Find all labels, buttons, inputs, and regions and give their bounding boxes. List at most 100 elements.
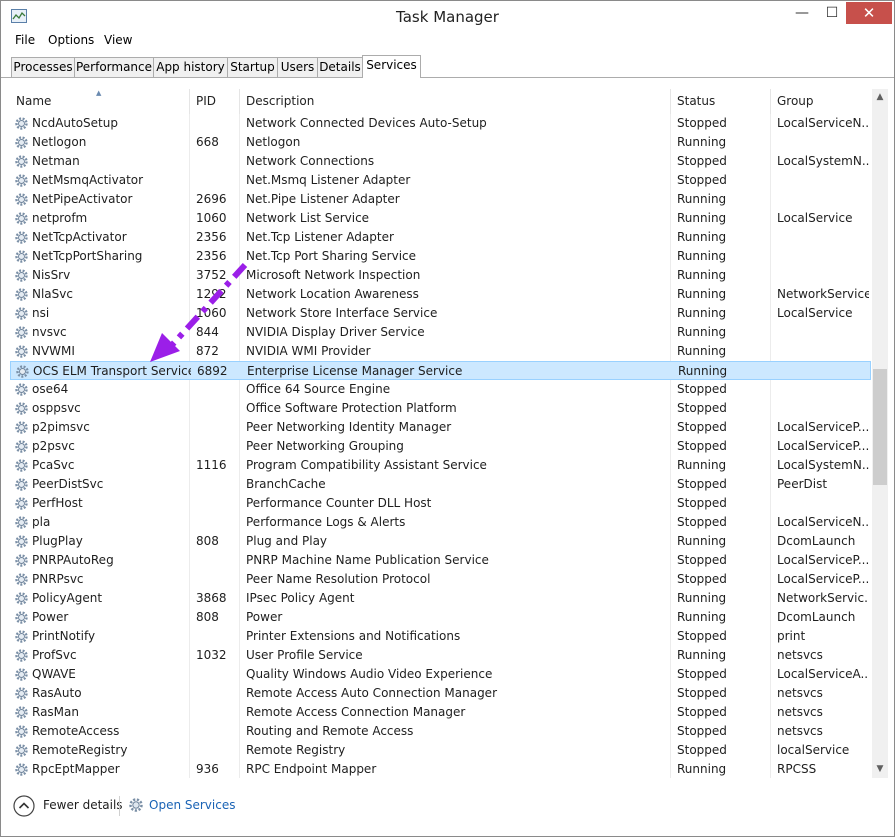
service-description: Office 64 Source Engine <box>246 382 391 396</box>
service-row[interactable]: ose64 Office 64 Source Engine Stopped <box>10 380 871 399</box>
service-gear-icon <box>15 687 28 700</box>
service-row[interactable]: PrintNotify Printer Extensions and Notifi… <box>10 627 871 646</box>
service-row[interactable]: NetTcpPortSharing 2356 Net.Tcp Port Sharin… <box>10 247 871 266</box>
service-row[interactable]: QWAVE Quality Windows Audio Video Experie… <box>10 665 871 684</box>
service-row[interactable]: PcaSvc 1116 Program Compatibility Assistan… <box>10 456 871 475</box>
service-name: RpcEptMapper <box>32 762 120 776</box>
service-row[interactable]: Netlogon 668 Netlogon Running <box>10 133 871 152</box>
scroll-down-icon[interactable]: ▼ <box>872 761 888 778</box>
service-name: NisSrv <box>32 268 71 282</box>
title-bar[interactable]: Task Manager — ☐ ✕ <box>1 1 894 31</box>
service-row[interactable]: RasMan Remote Access Connection Manager St… <box>10 703 871 722</box>
column-header-description[interactable]: Description <box>240 89 671 114</box>
column-header-pid[interactable]: PID <box>190 89 240 114</box>
service-row[interactable]: PNRPAutoReg PNRP Machine Name Publication… <box>10 551 871 570</box>
service-row[interactable]: RemoteAccess Routing and Remote Access Sto… <box>10 722 871 741</box>
service-status: Running <box>677 648 727 662</box>
service-row[interactable]: PolicyAgent 3868 IPsec Policy Agent Running… <box>10 589 871 608</box>
tab-performance[interactable]: Performance <box>74 57 154 77</box>
service-group: LocalServiceP... <box>777 553 869 567</box>
tab-services[interactable]: Services <box>362 55 421 78</box>
service-row[interactable]: Netman Network Connections Stopped LocalSys… <box>10 152 871 171</box>
fewer-details-icon[interactable] <box>13 795 35 817</box>
service-status: Running <box>677 192 727 206</box>
tab-details[interactable]: Details <box>317 57 363 77</box>
open-services-link[interactable]: Open Services <box>149 798 235 812</box>
minimize-button[interactable]: — <box>789 2 815 24</box>
service-name: PeerDistSvc <box>32 477 104 491</box>
service-description: PNRP Machine Name Publication Service <box>246 553 489 567</box>
tab-users[interactable]: Users <box>277 57 318 77</box>
service-row[interactable]: Power 808 Power Running DcomLaunch <box>10 608 871 627</box>
tab-app-history[interactable]: App history <box>153 57 228 77</box>
service-description: Net.Msmq Listener Adapter <box>246 173 411 187</box>
service-gear-icon <box>15 706 28 719</box>
service-gear-icon <box>15 136 28 149</box>
service-row[interactable]: NlaSvc 1292 Network Location Awareness Runn… <box>10 285 871 304</box>
service-status: Stopped <box>677 743 727 757</box>
service-row[interactable]: ProfSvc 1032 User Profile Service Running ne… <box>10 646 871 665</box>
service-row[interactable]: NetMsmqActivator Net.Msmq Listener Adapte… <box>10 171 871 190</box>
menu-file[interactable]: File <box>15 33 35 47</box>
service-name: Netman <box>32 154 80 168</box>
service-row[interactable]: NisSrv 3752 Microsoft Network Inspection Ru… <box>10 266 871 285</box>
service-row[interactable]: nvsvc 844 NVIDIA Display Driver Service Run… <box>10 323 871 342</box>
service-gear-icon <box>15 611 28 624</box>
service-row[interactable]: p2psvc Peer Networking Grouping Stopped Loc… <box>10 437 871 456</box>
service-row[interactable]: pla Performance Logs & Alerts Stopped Local… <box>10 513 871 532</box>
menu-view[interactable]: View <box>104 33 132 47</box>
service-name: Netlogon <box>32 135 87 149</box>
tab-processes[interactable]: Processes <box>11 57 75 77</box>
service-status: Stopped <box>677 686 727 700</box>
service-row[interactable]: netprofm 1060 Network List Service Running L… <box>10 209 871 228</box>
service-row[interactable]: PNRPsvc Peer Name Resolution Protocol Stop… <box>10 570 871 589</box>
service-name: Power <box>32 610 69 624</box>
scroll-up-icon[interactable]: ▲ <box>872 89 888 106</box>
menu-options[interactable]: Options <box>48 33 94 47</box>
service-gear-icon <box>15 440 28 453</box>
service-status: Stopped <box>677 420 727 434</box>
service-name: PrintNotify <box>32 629 96 643</box>
service-status: Running <box>677 591 727 605</box>
column-header-group[interactable]: Group <box>771 89 872 114</box>
tab-strip: Processes Performance App history Startu… <box>1 55 894 78</box>
service-row[interactable]: osppsvc Office Software Protection Platfo… <box>10 399 871 418</box>
service-row[interactable]: p2pimsvc Peer Networking Identity Manager… <box>10 418 871 437</box>
tab-startup[interactable]: Startup <box>227 57 278 77</box>
column-header-status[interactable]: Status <box>671 89 771 114</box>
service-group: LocalServiceP... <box>777 439 869 453</box>
service-row[interactable]: nsi 1060 Network Store Interface Service Ru… <box>10 304 871 323</box>
service-row[interactable]: PlugPlay 808 Plug and Play Running DcomLaunc… <box>10 532 871 551</box>
service-status: Stopped <box>677 553 727 567</box>
service-row[interactable]: RpcEptMapper 936 RPC Endpoint Mapper Runnin… <box>10 760 871 778</box>
service-pid: 1116 <box>196 458 227 472</box>
service-row[interactable]: OCS ELM Transport Service 6892 Enterprise … <box>10 361 871 380</box>
service-group: DcomLaunch <box>777 610 856 624</box>
task-manager-window: Task Manager — ☐ ✕ File Options View Pro… <box>0 0 895 837</box>
service-row[interactable]: PerfHost Performance Counter DLL Host Stop… <box>10 494 871 513</box>
close-button[interactable]: ✕ <box>846 2 892 24</box>
vertical-scrollbar[interactable]: ▲ ▼ <box>872 89 888 778</box>
service-name: p2psvc <box>32 439 75 453</box>
service-status: Stopped <box>677 572 727 586</box>
service-description: Network Connections <box>246 154 375 168</box>
service-row[interactable]: RemoteRegistry Remote Registry Stopped loca… <box>10 741 871 760</box>
service-row[interactable]: PeerDistSvc BranchCache Stopped PeerDist <box>10 475 871 494</box>
service-row[interactable]: NcdAutoSetup Network Connected Devices Au… <box>10 114 871 133</box>
service-group: PeerDist <box>777 477 828 491</box>
service-status: Running <box>677 762 727 776</box>
service-pid: 6892 <box>197 364 228 378</box>
service-status: Running <box>677 325 727 339</box>
service-row[interactable]: NVWMI 872 NVIDIA WMI Provider Running <box>10 342 871 361</box>
service-row[interactable]: NetPipeActivator 2696 Net.Pipe Listener Ad… <box>10 190 871 209</box>
fewer-details-link[interactable]: Fewer details <box>43 798 123 812</box>
service-gear-icon <box>15 649 28 662</box>
service-description: Quality Windows Audio Video Experience <box>246 667 493 681</box>
maximize-button[interactable]: ☐ <box>819 2 845 24</box>
service-row[interactable]: NetTcpActivator 2356 Net.Tcp Listener Adap… <box>10 228 871 247</box>
service-gear-icon <box>15 592 28 605</box>
service-row[interactable]: RasAuto Remote Access Auto Connection Man… <box>10 684 871 703</box>
service-description: NVIDIA WMI Provider <box>246 344 371 358</box>
service-group: print <box>777 629 806 643</box>
scrollbar-thumb[interactable] <box>873 369 887 485</box>
